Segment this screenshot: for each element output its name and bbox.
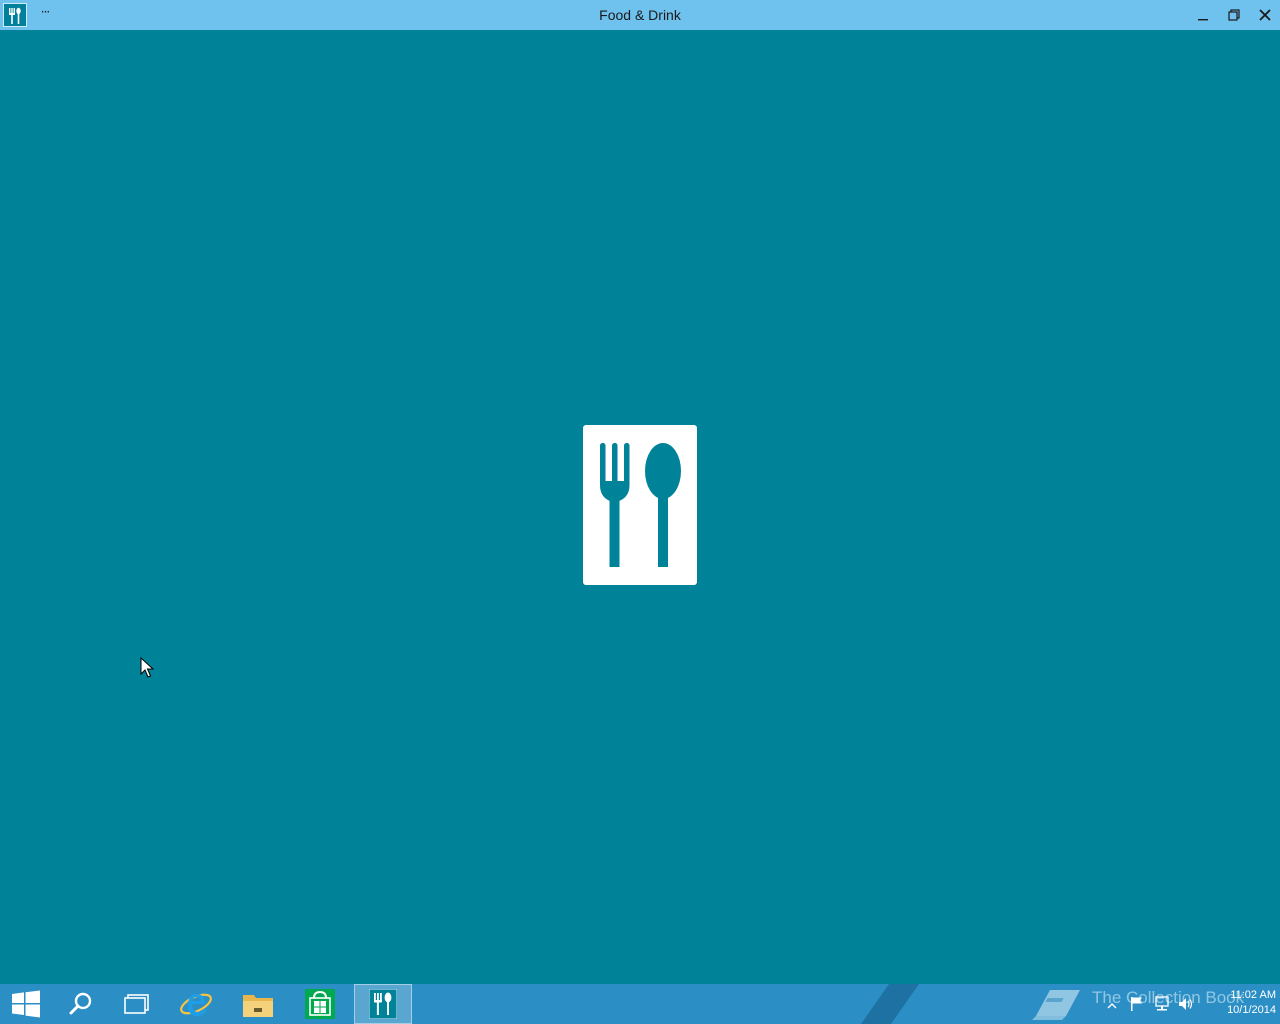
file-explorer-button[interactable] [230,984,286,1024]
task-view-icon [124,994,149,1014]
clock[interactable]: 11:02 AM 10/1/2014 [1200,988,1276,1018]
store-button[interactable] [292,984,348,1024]
splash-logo [583,425,697,585]
close-icon [1259,9,1271,21]
taskbar-decoration [860,984,920,1024]
search-button[interactable] [53,984,109,1024]
restore-icon [1228,9,1240,21]
show-hidden-icons-icon[interactable] [1106,1000,1118,1012]
windows-logo-icon [12,990,40,1018]
ie-icon [180,993,212,1016]
fork-spoon-icon [369,989,397,1019]
title-bar: ··· Food & Drink [0,0,1280,30]
minimize-icon [1198,19,1208,21]
internet-explorer-button[interactable] [168,984,224,1024]
tray-icons [1104,994,1200,1014]
cursor-arrow-icon [140,656,155,678]
close-button[interactable] [1249,0,1280,30]
book-icon [1032,990,1080,1020]
search-icon [69,992,92,1015]
store-icon [305,989,335,1019]
mouse-cursor [140,656,155,683]
clock-time: 11:02 AM [1230,989,1276,1001]
action-center-flag-icon[interactable] [1130,996,1144,1012]
start-button[interactable] [0,984,56,1024]
folder-icon [243,995,273,1017]
clock-date: 10/1/2014 [1227,1004,1276,1016]
minimize-button[interactable] [1187,0,1219,30]
network-icon[interactable] [1154,996,1170,1012]
volume-icon[interactable] [1178,996,1194,1012]
restore-button[interactable] [1218,0,1250,30]
task-view-button[interactable] [109,984,165,1024]
food-drink-button[interactable] [354,984,412,1024]
fork-spoon-icon [600,443,681,567]
window-title: Food & Drink [599,7,681,23]
